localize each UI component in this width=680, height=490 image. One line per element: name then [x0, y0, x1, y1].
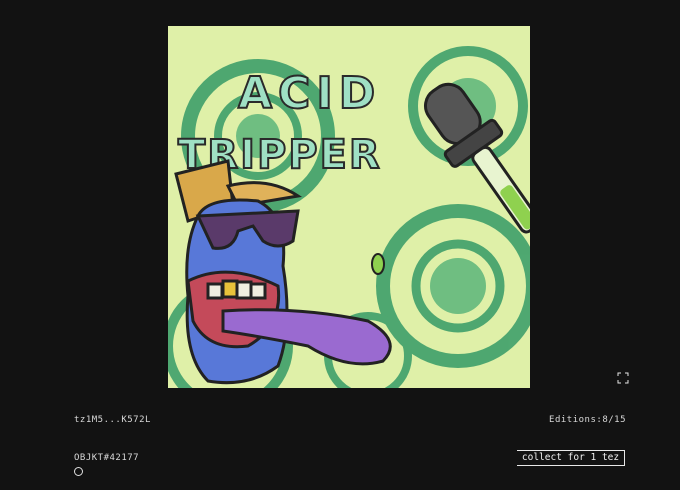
- collect-button[interactable]: collect for 1 tez: [517, 450, 625, 466]
- editions-count: Editions:8/15: [549, 415, 626, 425]
- artwork-image[interactable]: ACID TRIPPER: [168, 26, 530, 388]
- circle-icon: [74, 467, 83, 476]
- fullscreen-icon[interactable]: [617, 369, 629, 384]
- creator-address[interactable]: tz1M5...K572L: [74, 415, 151, 425]
- artwork-title-line1: ACID: [238, 68, 381, 119]
- artwork-illustration: ACID TRIPPER: [168, 26, 530, 388]
- token-id[interactable]: OBJKT#42177: [74, 453, 139, 463]
